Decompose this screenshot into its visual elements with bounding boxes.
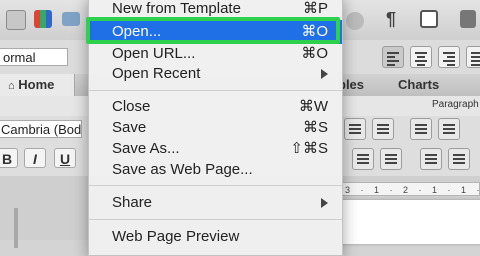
menu-item-label: Open Recent <box>112 65 201 82</box>
bullets-button[interactable] <box>344 118 366 140</box>
align-right-button[interactable] <box>438 46 460 68</box>
italic-button[interactable]: I <box>24 148 46 168</box>
left-ruler <box>14 208 18 248</box>
align-right-icon <box>443 52 455 68</box>
tab-home-label: Home <box>18 77 55 92</box>
indent-decrease-button[interactable] <box>410 118 432 140</box>
borders-icon <box>425 154 437 166</box>
bullets-icon <box>349 124 361 136</box>
menu-item-open-recent[interactable]: Open Recent <box>89 62 342 86</box>
menu-separator <box>89 219 342 220</box>
justify-button[interactable] <box>466 46 480 68</box>
numbering-icon <box>377 124 389 136</box>
menu-separator <box>89 90 342 91</box>
line-spacing-button[interactable] <box>380 148 402 170</box>
borders-button[interactable] <box>420 148 442 170</box>
menu-separator <box>89 185 342 186</box>
ruler[interactable]: 3 · 1 · 2 · 1 · 1 · 1 <box>340 182 480 196</box>
highlight-callout <box>86 17 340 44</box>
submenu-arrow-icon <box>321 198 328 208</box>
indent-decrease-icon <box>415 124 427 136</box>
text-direction-button[interactable] <box>352 148 374 170</box>
menu-item-label: Share <box>112 194 153 211</box>
sidebar-icon[interactable] <box>420 10 438 28</box>
document-icon[interactable] <box>6 10 26 30</box>
text-direction-icon <box>357 154 369 166</box>
tab-home[interactable]: ⌂ Home <box>0 74 75 96</box>
paragraph-group-label: Paragraph <box>432 99 479 110</box>
menu-item-label: Web Page Preview <box>112 228 240 245</box>
bold-button[interactable]: B <box>0 148 18 168</box>
home-icon: ⌂ <box>8 80 15 92</box>
align-center-button[interactable] <box>410 46 432 68</box>
tab-charts[interactable]: Charts <box>398 74 439 96</box>
font-select[interactable]: Cambria (Body) <box>0 120 82 138</box>
document-page[interactable] <box>340 200 480 244</box>
gallery-icon[interactable] <box>34 10 52 28</box>
line-spacing-icon <box>385 154 397 166</box>
paragraph-mark-icon[interactable]: ¶ <box>386 9 396 30</box>
submenu-arrow-icon <box>321 69 328 79</box>
redo-icon[interactable] <box>346 12 364 30</box>
style-select[interactable]: ormal <box>0 48 68 66</box>
menu-item-save-as-web-page[interactable]: Save as Web Page... <box>89 158 342 182</box>
menu-item-web-page-preview[interactable]: Web Page Preview <box>89 225 342 249</box>
indent-increase-button[interactable] <box>438 118 460 140</box>
align-left-button[interactable] <box>382 46 404 68</box>
shading-icon <box>453 154 465 166</box>
justify-icon <box>471 52 480 68</box>
indent-increase-icon <box>443 124 455 136</box>
numbering-button[interactable] <box>372 118 394 140</box>
shading-button[interactable] <box>448 148 470 170</box>
folder-icon[interactable] <box>62 12 80 26</box>
align-left-icon <box>387 52 399 68</box>
layout-icon[interactable] <box>460 10 476 28</box>
align-center-icon <box>415 52 427 68</box>
underline-button[interactable]: U <box>54 148 76 168</box>
menu-item-label: Save as Web Page... <box>112 161 253 178</box>
menu-item-share[interactable]: Share <box>89 191 342 215</box>
